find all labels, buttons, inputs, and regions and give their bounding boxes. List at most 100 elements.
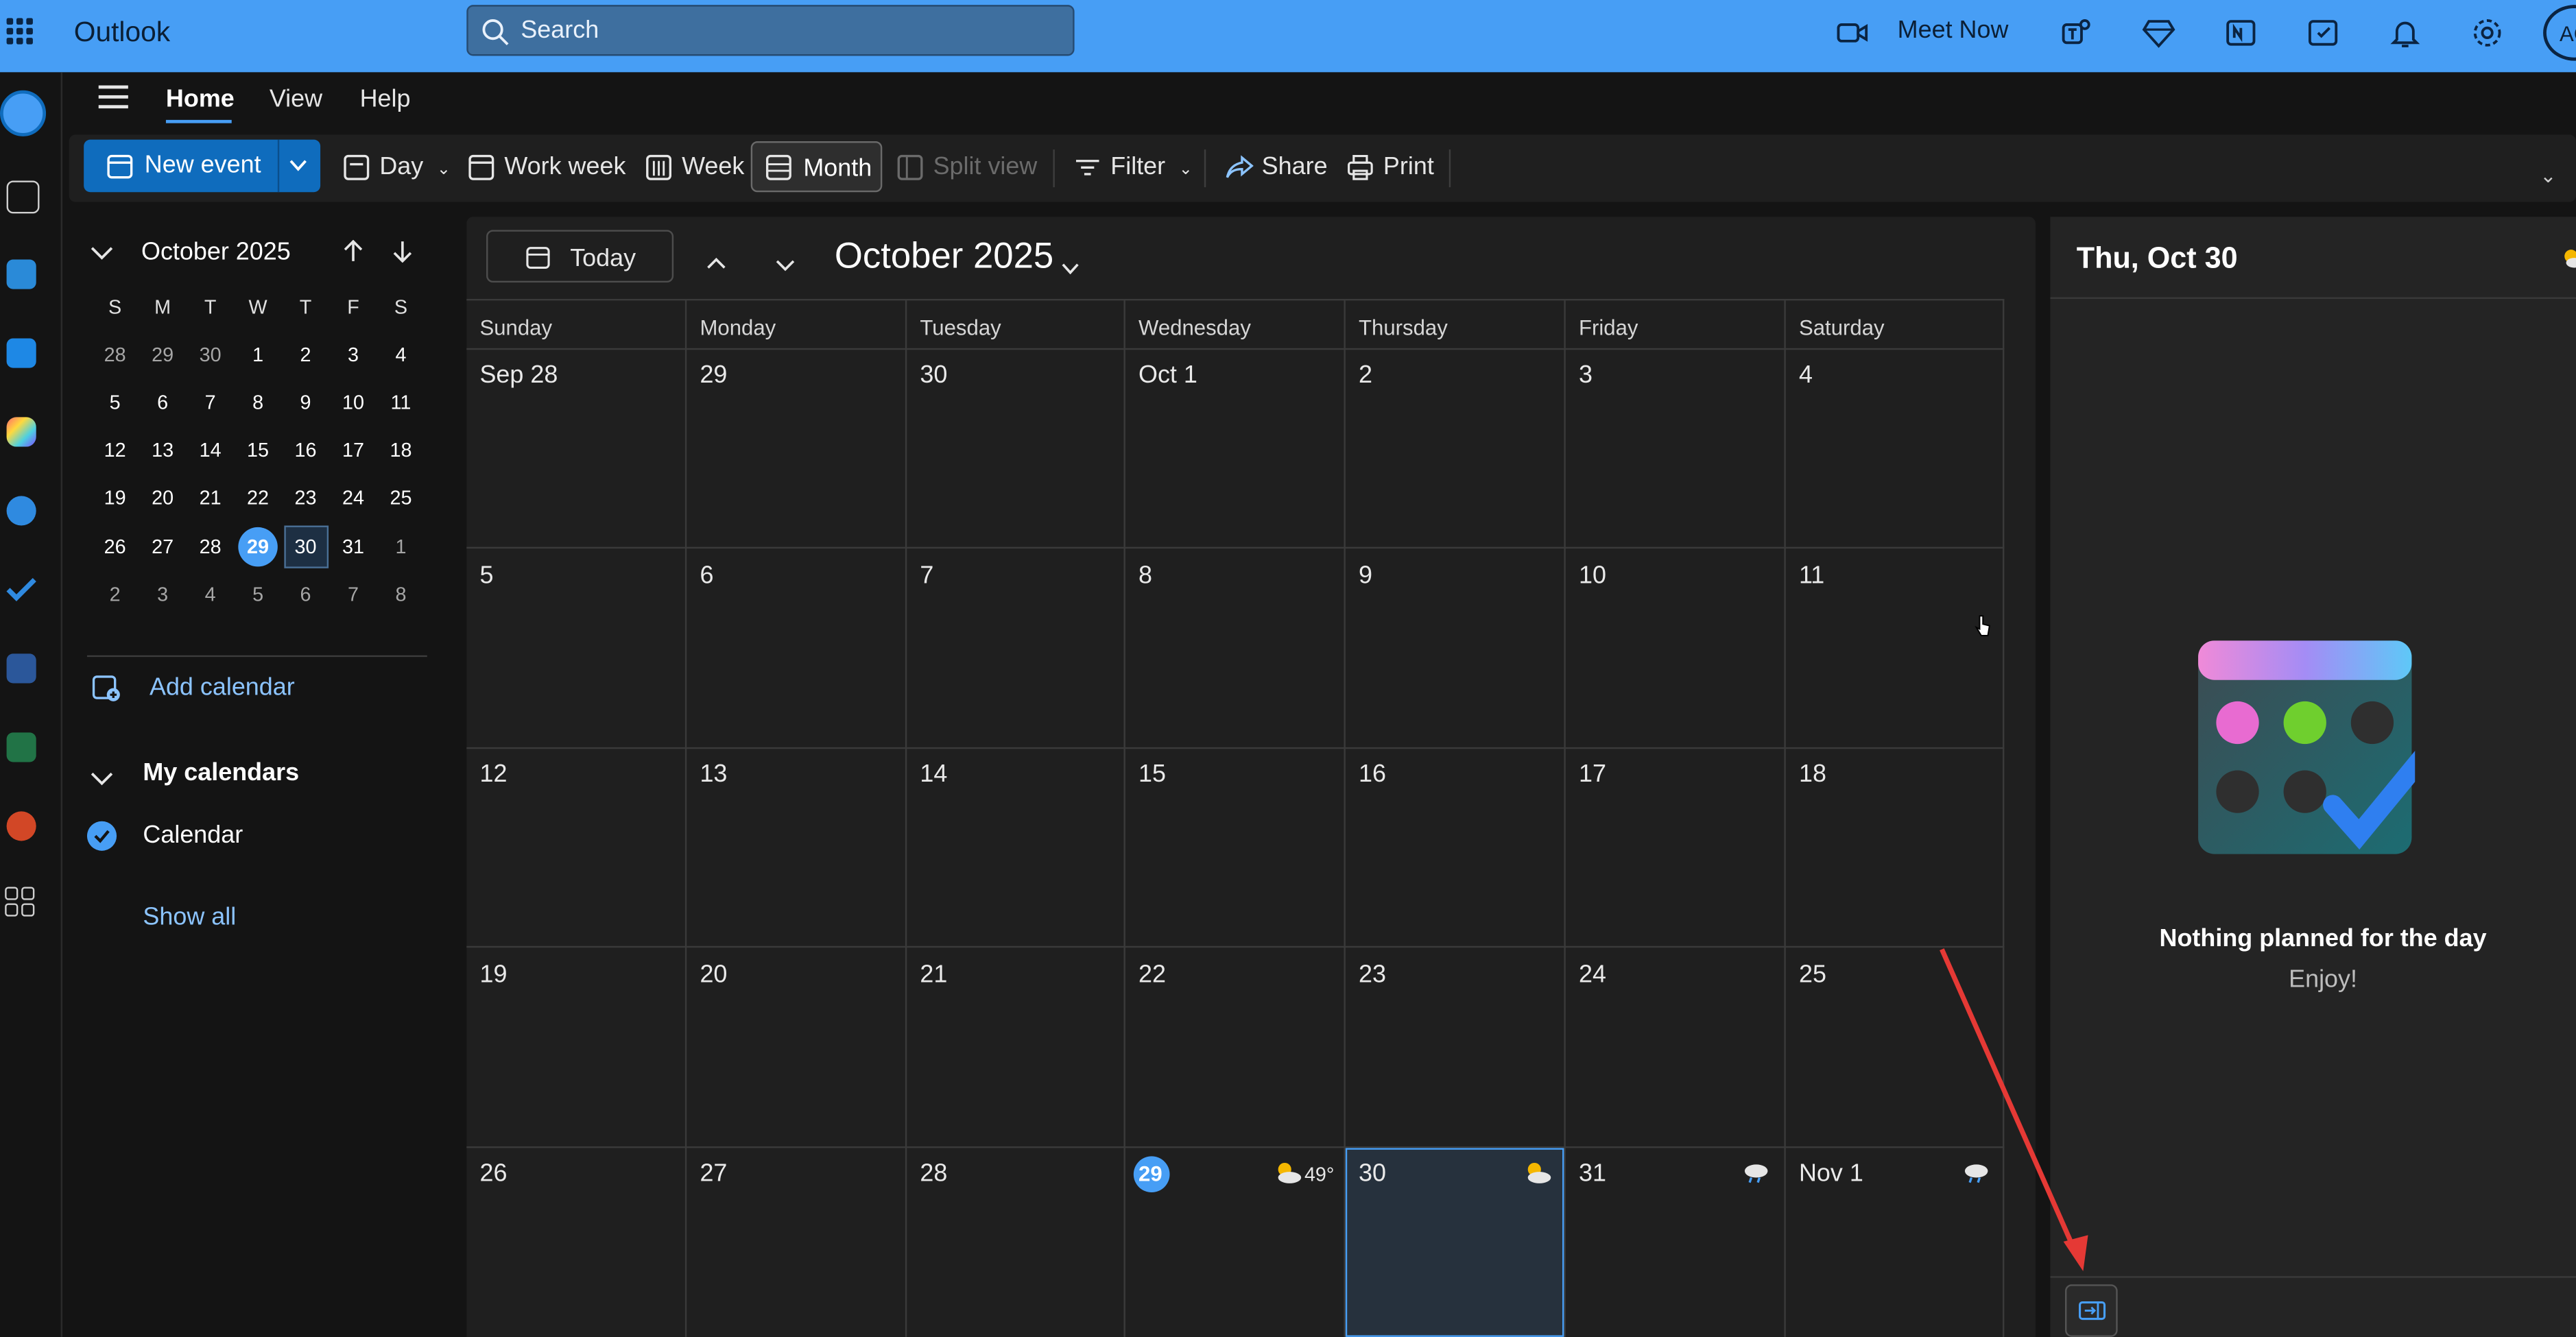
mini-day[interactable]: 7	[191, 386, 230, 419]
mini-day[interactable]: 2	[286, 338, 325, 371]
add-calendar-link[interactable]: Add calendar	[150, 673, 295, 701]
day-cell-date[interactable]: 13	[700, 760, 727, 788]
day-cell-date[interactable]: 26	[479, 1159, 507, 1188]
day-cell-date[interactable]: 24	[1579, 961, 1606, 989]
collapse-chevron-icon[interactable]	[91, 240, 114, 266]
mini-day[interactable]: 23	[286, 481, 325, 514]
day-cell-date[interactable]: 28	[920, 1159, 947, 1188]
day-cell-date[interactable]: 8	[1138, 562, 1152, 590]
chevron-down-icon[interactable]	[289, 159, 307, 172]
mini-day[interactable]: 7	[333, 578, 372, 611]
mini-day[interactable]: 27	[143, 531, 182, 564]
day-cell-date[interactable]: 30	[920, 361, 947, 389]
tab-view[interactable]: View	[270, 86, 322, 114]
mini-day[interactable]: 30	[191, 338, 230, 371]
day-cell-date[interactable]: 27	[700, 1159, 727, 1188]
mini-day[interactable]: 13	[143, 433, 182, 466]
day-cell-date[interactable]: Sep 28	[479, 361, 558, 389]
tab-home[interactable]: Home	[166, 86, 235, 114]
day-cell-date[interactable]: 18	[1799, 760, 1826, 788]
search-input[interactable]: Search	[466, 5, 1075, 56]
work-week-view-button[interactable]: Work week	[468, 153, 625, 180]
day-cell-date[interactable]: 14	[920, 760, 947, 788]
mini-day[interactable]: 5	[95, 386, 134, 419]
filter-button[interactable]: Filter ⌄	[1075, 153, 1193, 180]
mini-day[interactable]: 24	[333, 481, 372, 514]
mini-day[interactable]: 17	[333, 433, 372, 466]
mini-day-today[interactable]: 29	[238, 531, 277, 564]
outlook-app-icon[interactable]	[0, 90, 47, 136]
onenote-icon[interactable]	[2224, 16, 2261, 53]
mini-day[interactable]: 20	[143, 481, 182, 514]
excel-icon[interactable]	[6, 732, 36, 762]
mini-day[interactable]: 6	[286, 578, 325, 611]
day-cell-date[interactable]: 19	[479, 961, 507, 989]
pane-toggle-button[interactable]	[2065, 1284, 2118, 1337]
mini-day[interactable]: 1	[238, 338, 277, 371]
day-cell-date[interactable]: 3	[1579, 361, 1593, 389]
mini-day[interactable]: 16	[286, 433, 325, 466]
mini-day[interactable]: 4	[381, 338, 420, 371]
mini-day[interactable]: 25	[381, 481, 420, 514]
mini-day[interactable]: 19	[95, 481, 134, 514]
mini-day[interactable]: 15	[238, 433, 277, 466]
day-cell-date[interactable]: 21	[920, 961, 947, 989]
my-calendars-heading[interactable]: My calendars	[143, 759, 299, 787]
chevron-down-icon[interactable]	[1061, 253, 1079, 282]
avatar[interactable]: AC	[2543, 5, 2576, 61]
mini-day[interactable]: 2	[95, 578, 134, 611]
todo-check-icon[interactable]	[5, 575, 38, 604]
today-button[interactable]: Today	[486, 230, 674, 283]
next-period-chevron-icon[interactable]	[776, 251, 796, 280]
mini-day[interactable]: 6	[143, 386, 182, 419]
day-cell-date[interactable]: 23	[1359, 961, 1386, 989]
people-icon[interactable]	[6, 496, 36, 526]
next-month-arrow-icon[interactable]	[391, 240, 414, 272]
mini-day[interactable]: 5	[238, 578, 277, 611]
word-icon[interactable]	[6, 653, 36, 684]
day-cell-date[interactable]: 6	[700, 562, 713, 590]
previous-period-chevron-icon[interactable]	[706, 248, 726, 278]
tab-help[interactable]: Help	[360, 86, 411, 114]
copilot-icon[interactable]	[6, 417, 36, 447]
day-cell-date[interactable]: Nov 1	[1799, 1159, 1863, 1188]
mini-day[interactable]: 21	[191, 481, 230, 514]
day-cell-date[interactable]: 25	[1799, 961, 1826, 989]
mini-day[interactable]: 10	[333, 386, 372, 419]
day-cell-date[interactable]: 30	[1359, 1159, 1386, 1188]
show-all-link[interactable]: Show all	[143, 903, 236, 931]
mini-day[interactable]: 4	[191, 578, 230, 611]
calendar-list-item[interactable]: Calendar	[143, 821, 243, 850]
day-cell-date[interactable]: 4	[1799, 361, 1813, 389]
more-apps-icon[interactable]	[5, 887, 35, 917]
mini-day[interactable]: 28	[191, 531, 230, 564]
mini-day[interactable]: 26	[95, 531, 134, 564]
day-cell-date[interactable]: 9	[1359, 562, 1372, 590]
month-view-button[interactable]: Month	[750, 141, 883, 193]
day-cell-date[interactable]: 5	[479, 562, 493, 590]
video-camera-icon[interactable]	[1837, 16, 1873, 53]
day-cell-date[interactable]: 29	[700, 361, 727, 389]
print-button[interactable]: Print	[1348, 153, 1434, 180]
mini-day[interactable]: 11	[381, 386, 420, 419]
notes-icon[interactable]	[2306, 16, 2343, 53]
mail-icon[interactable]	[6, 180, 40, 214]
new-event-button[interactable]: New event	[84, 139, 321, 193]
mini-day[interactable]: 29	[143, 338, 182, 371]
calendar-app-icon[interactable]	[6, 259, 36, 289]
meet-now-button[interactable]: Meet Now	[1898, 16, 2009, 45]
mini-day[interactable]: 28	[95, 338, 134, 371]
day-cell-date[interactable]: 15	[1138, 760, 1166, 788]
week-view-button[interactable]: Week	[646, 153, 744, 180]
teams-icon[interactable]	[2060, 16, 2097, 53]
day-cell-date[interactable]: 2	[1359, 361, 1372, 389]
mini-day[interactable]: 9	[286, 386, 325, 419]
day-cell-date[interactable]: 12	[479, 760, 507, 788]
hamburger-menu-icon[interactable]	[98, 85, 128, 109]
collapse-chevron-icon[interactable]	[91, 765, 114, 795]
mini-day[interactable]: 3	[333, 338, 372, 371]
day-cell-date[interactable]: 31	[1579, 1159, 1606, 1188]
calendar-title[interactable]: October 2025	[835, 235, 1053, 278]
mini-calendar-title[interactable]: October 2025	[141, 238, 291, 266]
day-cell-date[interactable]: 11	[1799, 562, 1824, 590]
